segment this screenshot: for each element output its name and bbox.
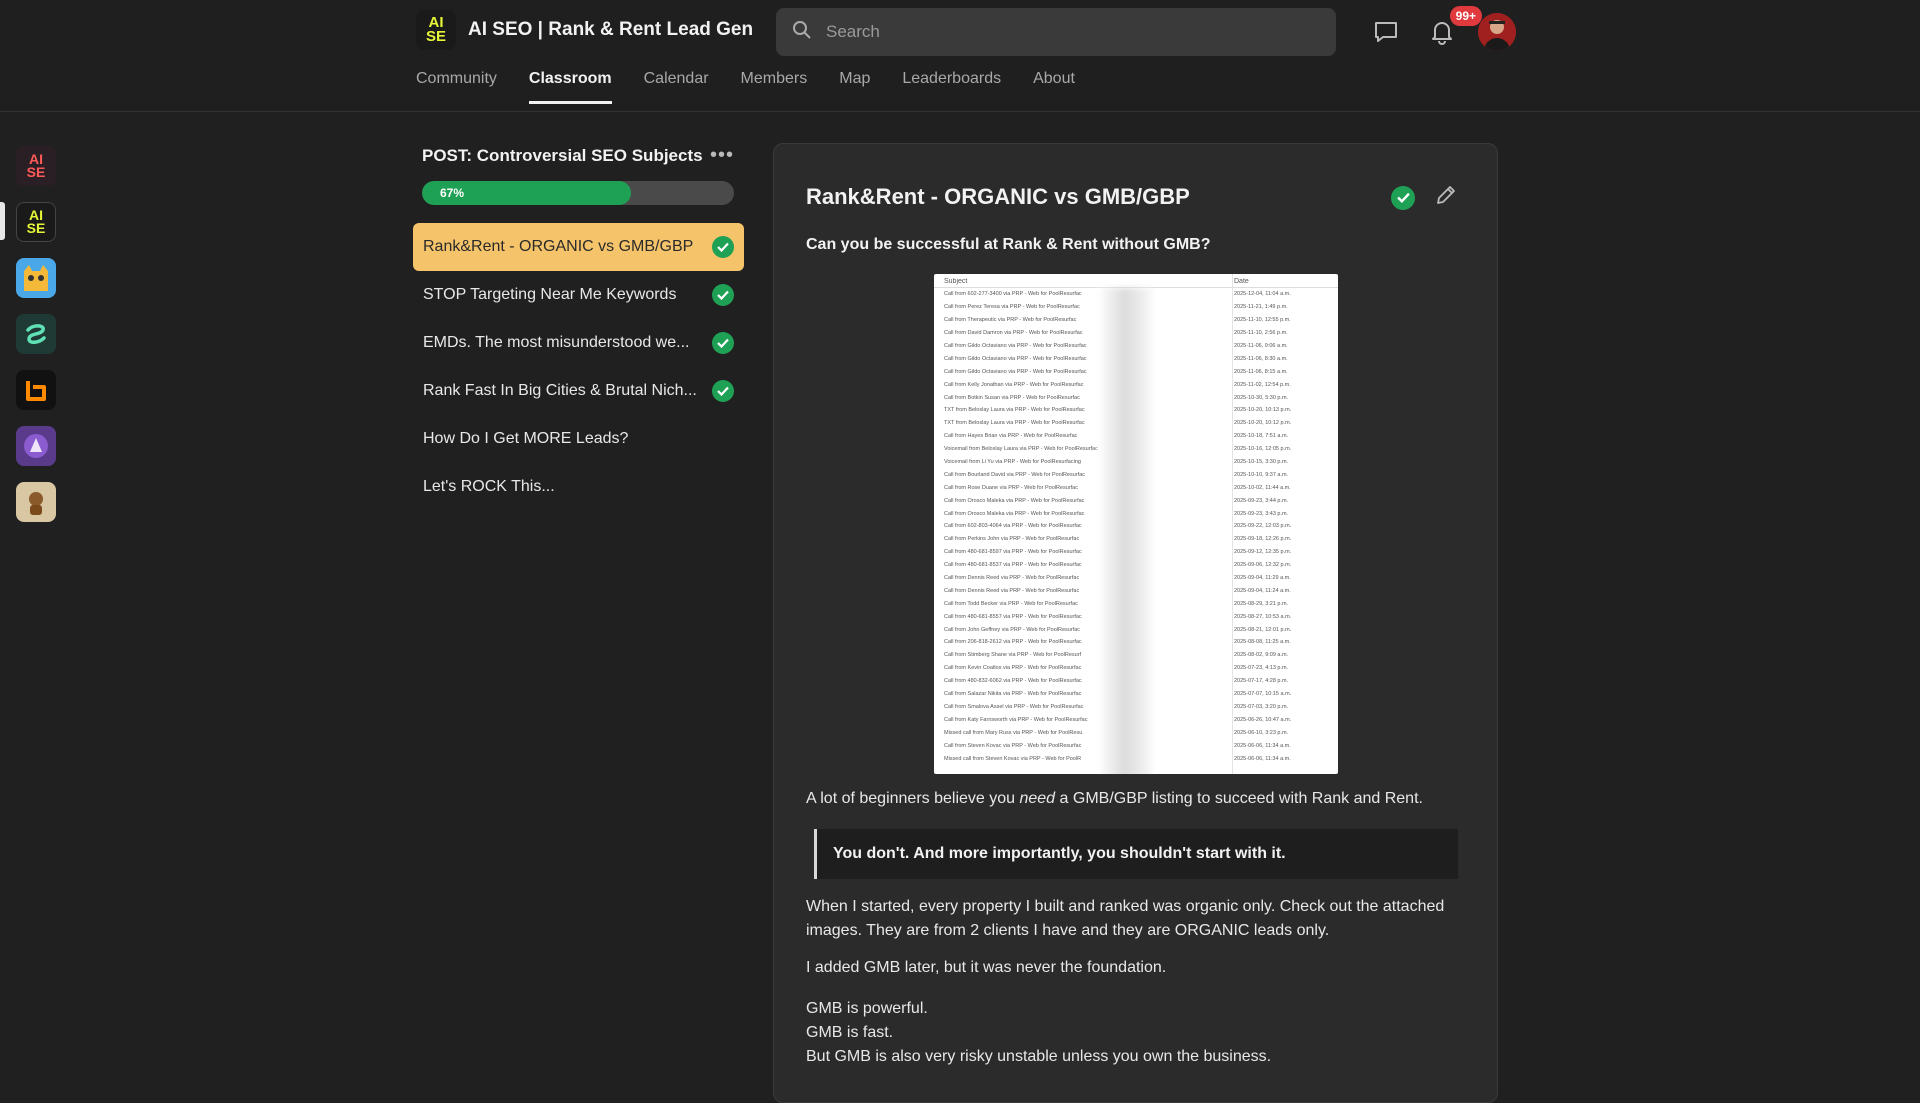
lesson-item-more-leads[interactable]: How Do I Get MORE Leads? (413, 415, 744, 463)
paragraph-beginners: A lot of beginners believe you need a GM… (806, 790, 1423, 807)
completed-check-icon (712, 284, 734, 306)
tab-leaderboards[interactable]: Leaderboards (902, 70, 1001, 104)
active-community-indicator (0, 202, 5, 240)
more-options-icon[interactable]: ••• (710, 144, 734, 167)
mark-complete-check-icon[interactable] (1391, 185, 1415, 210)
lesson-item-emds[interactable]: EMDs. The most misunderstood we... (413, 319, 744, 367)
brand[interactable]: AI SE AI SEO | Rank & Rent Lead Gen (416, 10, 799, 50)
completed-check-icon (712, 380, 734, 402)
notifications-bell-icon[interactable]: 99+ (1422, 6, 1482, 52)
course-progress-label: 67% (440, 186, 465, 200)
community-icon-ai-seo-1[interactable]: AI SE (16, 146, 56, 186)
attached-leads-screenshot[interactable]: Subject Date Call from 602-277-3400 via … (934, 274, 1338, 774)
paragraph-organic: When I started, every property I built a… (806, 898, 1445, 939)
tab-members[interactable]: Members (741, 70, 808, 104)
user-avatar[interactable] (1478, 13, 1516, 51)
course-progress-fill: 67% (422, 181, 632, 205)
course-title: POST: Controversial SEO Subjects (422, 145, 703, 165)
tab-community[interactable]: Community (416, 70, 497, 104)
search-input[interactable] (826, 22, 1306, 42)
tab-map[interactable]: Map (839, 70, 870, 104)
tab-classroom[interactable]: Classroom (528, 70, 612, 104)
community-icon-monkey[interactable] (16, 482, 56, 522)
community-icon-swirl[interactable] (16, 314, 56, 354)
brand-logo[interactable]: AI SE (416, 10, 456, 50)
lesson-actions (1391, 184, 1457, 211)
community-icon-orange[interactable] (16, 370, 56, 410)
lesson-item-rank-fast-big-cities[interactable]: Rank Fast In Big Cities & Brutal Nich... (413, 367, 744, 415)
completed-check-icon (712, 236, 734, 258)
community-title[interactable]: AI SEO | Rank & Rent Lead Gen (468, 19, 753, 41)
column-separator (1232, 274, 1233, 774)
community-icon-purple[interactable] (16, 426, 56, 466)
lesson-item-near-me-keywords[interactable]: STOP Targeting Near Me Keywords (413, 271, 744, 319)
community-icon-cat[interactable] (16, 258, 56, 298)
completed-check-icon (712, 332, 734, 354)
lesson-question: Can you be successful at Rank & Rent wit… (806, 236, 1211, 253)
paragraph-gmb-later: I added GMB later, but it was never the … (806, 959, 1167, 976)
search-icon (792, 20, 812, 45)
tab-about[interactable]: About (1033, 70, 1075, 104)
paragraph-gmb-summary: GMB is powerful. GMB is fast. But GMB is… (806, 1000, 1272, 1065)
blockquote: You don't. And more importantly, you sho… (814, 829, 1458, 879)
lesson-title: Rank&Rent - ORGANIC vs GMB/GBP (806, 184, 1190, 209)
lesson-content-panel: Rank&Rent - ORGANIC vs GMB/GBP Can you b… (773, 143, 1498, 1103)
lesson-list: Rank&Rent - ORGANIC vs GMB/GBP STOP Targ… (412, 223, 744, 511)
lesson-item-lets-rock[interactable]: Let's ROCK This... (413, 463, 744, 511)
screenshot-header-row: Subject Date (934, 274, 1338, 288)
search-bar[interactable] (776, 8, 1336, 56)
nav-tabs: Community Classroom Calendar Members Map… (416, 70, 1075, 104)
chat-icon[interactable] (1366, 12, 1406, 52)
blurred-redaction (1098, 288, 1152, 774)
lesson-item-organic-vs-gmb[interactable]: Rank&Rent - ORGANIC vs GMB/GBP (413, 223, 744, 271)
course-sidebar: POST: Controversial SEO Subjects ••• 67%… (412, 144, 744, 511)
community-icon-ai-seo-2[interactable]: AI SE (16, 202, 56, 242)
course-progress-bar: 67% (422, 181, 734, 205)
top-icons: 99+ (1350, 6, 1516, 52)
course-header: POST: Controversial SEO Subjects ••• (412, 144, 744, 167)
top-bar: AI SE AI SEO | Rank & Rent Lead Gen 99+ … (0, 0, 1920, 112)
tab-calendar[interactable]: Calendar (644, 70, 709, 104)
edit-pencil-icon[interactable] (1435, 184, 1457, 211)
notifications-badge: 99+ (1449, 6, 1482, 26)
